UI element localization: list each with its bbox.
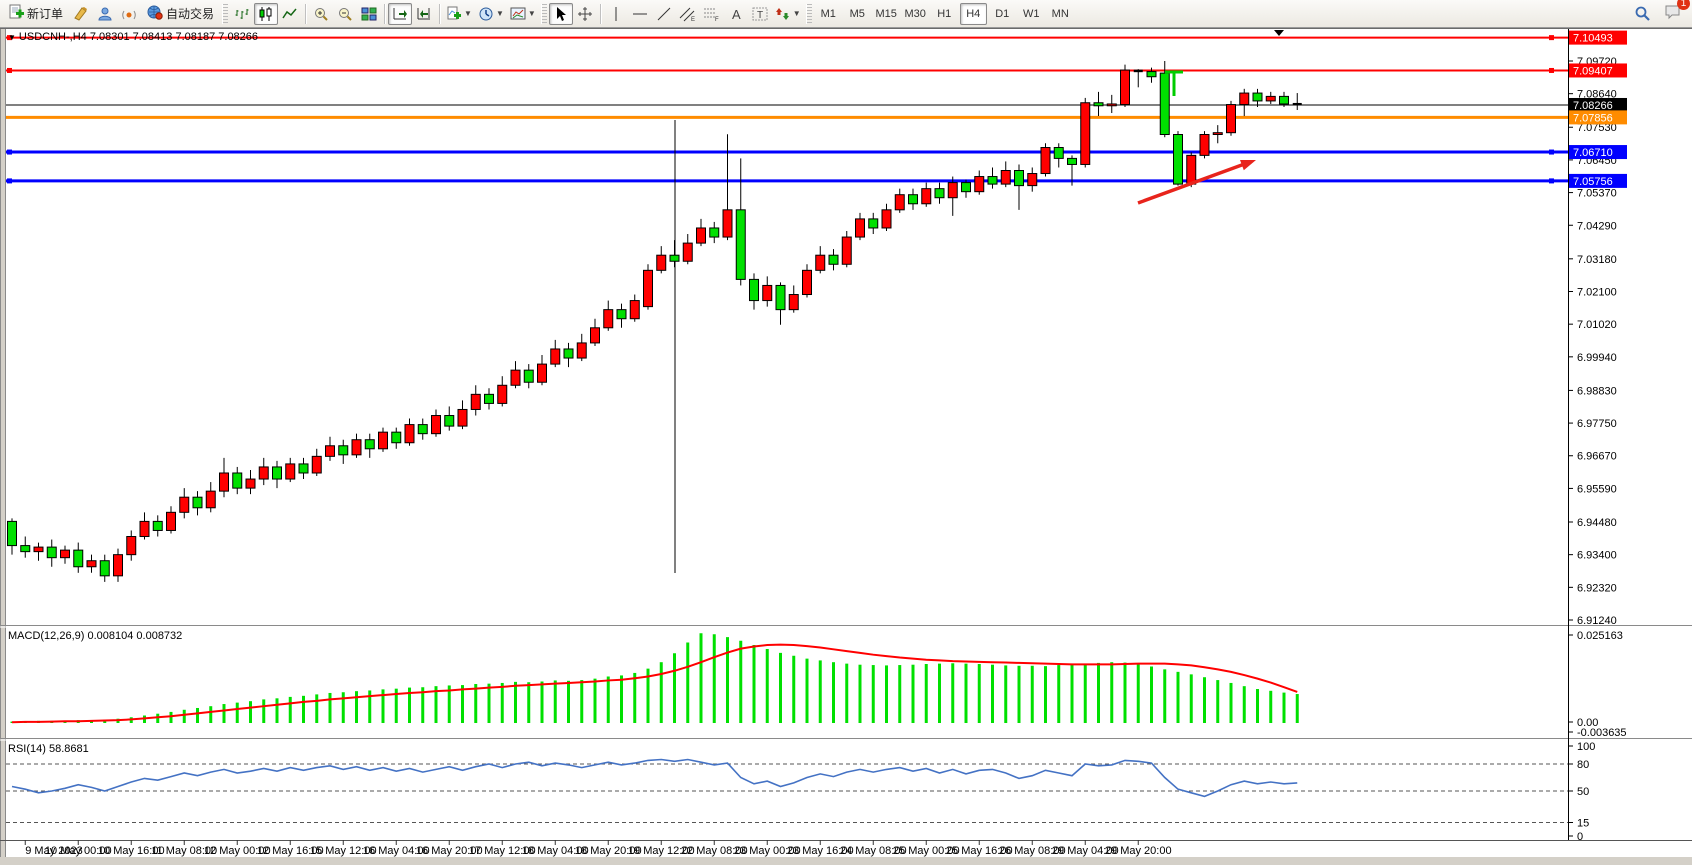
svg-text:50: 50	[1577, 786, 1589, 798]
autotrading-icon	[147, 4, 163, 23]
signal-icon[interactable]	[117, 3, 141, 25]
equidistant-channel-tool-button[interactable]: E	[676, 3, 700, 25]
symbol-marker-icon: ▼	[8, 33, 16, 42]
timeframe-button-h4[interactable]: H4	[960, 3, 987, 25]
bar-chart-mode-button[interactable]	[230, 3, 254, 25]
zoom-in-button[interactable]	[309, 3, 333, 25]
templates-button[interactable]: ▼	[507, 3, 539, 25]
svg-text:80: 80	[1577, 759, 1589, 771]
timeframe-button-d1[interactable]: D1	[989, 3, 1016, 25]
chart-shift-button[interactable]	[412, 3, 436, 25]
candlestick-mode-button[interactable]	[254, 3, 278, 25]
svg-text:7.09407: 7.09407	[1573, 65, 1613, 77]
toolbar-grip	[806, 4, 812, 24]
timeframe-button-h1[interactable]: H1	[931, 3, 958, 25]
text-label-tool-button[interactable]: T	[748, 3, 772, 25]
autotrading-label: 自动交易	[166, 5, 214, 22]
svg-text:7.10493: 7.10493	[1573, 33, 1613, 45]
svg-text:7.05756: 7.05756	[1573, 176, 1613, 188]
rsi-indicator-label: RSI(14) 58.8681	[8, 743, 89, 755]
timeframe-button-w1[interactable]: W1	[1018, 3, 1045, 25]
new-order-label: 新订单	[27, 5, 63, 22]
svg-text:6.98830: 6.98830	[1577, 385, 1617, 397]
svg-text:7.05370: 7.05370	[1577, 188, 1617, 200]
svg-text:6.99940: 6.99940	[1577, 352, 1617, 364]
svg-text:29 May 20:00: 29 May 20:00	[1105, 845, 1172, 857]
chart-symbol-title: ▼USDCNH-,H4 7.08301 7.08413 7.08187 7.08…	[8, 31, 258, 43]
main-toolbar: 新订单 自动交易	[0, 0, 1692, 28]
svg-text:7.08266: 7.08266	[1573, 100, 1613, 112]
toolbar-grip	[541, 4, 547, 24]
svg-text:0: 0	[1577, 831, 1583, 843]
trading-terminal-window: 新订单 自动交易	[0, 0, 1692, 865]
svg-text:F: F	[715, 17, 719, 22]
indicators-caret-icon: ▼	[464, 9, 472, 18]
fibonacci-tool-button[interactable]: F	[700, 3, 724, 25]
templates-caret-icon: ▼	[528, 9, 536, 18]
svg-text:7.07856: 7.07856	[1573, 112, 1613, 124]
cursor-tool-button[interactable]	[549, 3, 573, 25]
tile-windows-button[interactable]	[357, 3, 381, 25]
search-icon[interactable]	[1630, 3, 1654, 25]
timeframe-group: M1M5M15M30H1H4D1W1MN	[814, 1, 1075, 27]
periods-caret-icon: ▼	[496, 9, 504, 18]
zoom-out-button[interactable]	[333, 3, 357, 25]
svg-text:-0.003635: -0.003635	[1577, 727, 1627, 739]
arrows-caret-icon: ▼	[793, 9, 801, 18]
crosshair-tool-button[interactable]	[573, 3, 597, 25]
timeframe-button-m1[interactable]: M1	[815, 3, 842, 25]
auto-scroll-button[interactable]	[388, 3, 412, 25]
svg-text:E: E	[691, 17, 695, 22]
timeframe-button-m15[interactable]: M15	[873, 3, 900, 25]
svg-text:6.91240: 6.91240	[1577, 615, 1617, 627]
svg-text:0.025163: 0.025163	[1577, 630, 1623, 642]
new-order-icon	[8, 4, 24, 23]
autotrading-button[interactable]: 自动交易	[141, 3, 220, 25]
chisel-tool-icon[interactable]	[69, 3, 93, 25]
svg-text:6.94480: 6.94480	[1577, 517, 1617, 529]
vertical-line-tool-button[interactable]	[604, 3, 628, 25]
svg-text:7.06710: 7.06710	[1573, 147, 1613, 159]
trendline-tool-button[interactable]	[652, 3, 676, 25]
svg-text:6.93400: 6.93400	[1577, 550, 1617, 562]
line-chart-mode-button[interactable]	[278, 3, 302, 25]
indicators-button[interactable]: ▼	[443, 3, 475, 25]
svg-text:100: 100	[1577, 741, 1595, 753]
new-order-button[interactable]: 新订单	[2, 3, 69, 25]
chat-button[interactable]: 1	[1664, 3, 1682, 25]
svg-text:7.03180: 7.03180	[1577, 254, 1617, 266]
svg-text:7.04290: 7.04290	[1577, 220, 1617, 232]
periods-button[interactable]: ▼	[475, 3, 507, 25]
arrows-tool-button[interactable]: ▼	[772, 3, 804, 25]
chat-notification-badge: 1	[1677, 0, 1690, 10]
chart-canvas[interactable]: 7.097207.086407.075307.064507.053707.042…	[0, 0, 1692, 865]
svg-text:15: 15	[1577, 818, 1589, 830]
svg-text:7.02100: 7.02100	[1577, 286, 1617, 298]
profile-icon[interactable]	[93, 3, 117, 25]
svg-text:7.01020: 7.01020	[1577, 319, 1617, 331]
svg-text:T: T	[757, 10, 763, 21]
timeframe-button-mn[interactable]: MN	[1047, 3, 1074, 25]
timeframe-button-m5[interactable]: M5	[844, 3, 871, 25]
timeframe-button-m30[interactable]: M30	[902, 3, 929, 25]
horizontal-line-tool-button[interactable]	[628, 3, 652, 25]
svg-text:6.96670: 6.96670	[1577, 451, 1617, 463]
macd-indicator-label: MACD(12,26,9) 0.008104 0.008732	[8, 630, 182, 642]
svg-text:6.95590: 6.95590	[1577, 483, 1617, 495]
text-tool-button[interactable]: A	[724, 3, 748, 25]
svg-text:A: A	[732, 7, 741, 22]
svg-text:6.97750: 6.97750	[1577, 418, 1617, 430]
toolbar-grip	[222, 4, 228, 24]
svg-text:6.92320: 6.92320	[1577, 582, 1617, 594]
